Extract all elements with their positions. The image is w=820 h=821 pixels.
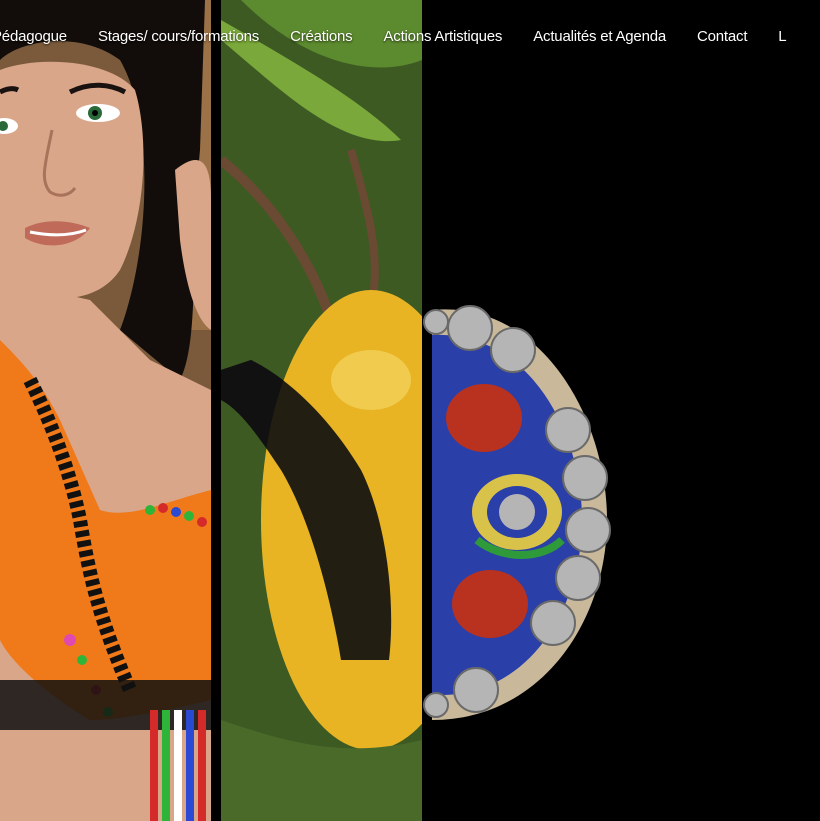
dancer-illustration	[0, 0, 211, 821]
nav-item-contact[interactable]: Contact	[697, 28, 747, 45]
main-nav: Pédagogue Stages/ cours/formations Créat…	[0, 28, 817, 45]
panel-divider	[211, 0, 221, 821]
red-stone-bottom	[452, 570, 528, 638]
pupil-right	[92, 110, 98, 116]
dancer-portrait-panel	[0, 0, 211, 821]
hero-stage: Pédagogue Stages/ cours/formations Créat…	[0, 0, 820, 821]
jewel-panel	[422, 0, 820, 821]
nav-item-truncated[interactable]: L	[778, 28, 786, 45]
face-shape	[0, 61, 144, 299]
fruit-highlight	[331, 350, 411, 410]
nav-item-actualites[interactable]: Actualités et Agenda	[533, 28, 666, 45]
nav-item-pedagogue[interactable]: Pédagogue	[0, 28, 67, 45]
plant-illustration	[221, 0, 422, 821]
plant-panel	[221, 0, 422, 821]
nav-item-creations[interactable]: Créations	[290, 28, 353, 45]
nav-item-actions-artistiques[interactable]: Actions Artistiques	[383, 28, 502, 45]
red-stone-top	[446, 384, 522, 452]
center-boss	[499, 494, 535, 530]
nav-item-stages[interactable]: Stages/ cours/formations	[98, 28, 259, 45]
jewel-illustration	[423, 305, 611, 720]
